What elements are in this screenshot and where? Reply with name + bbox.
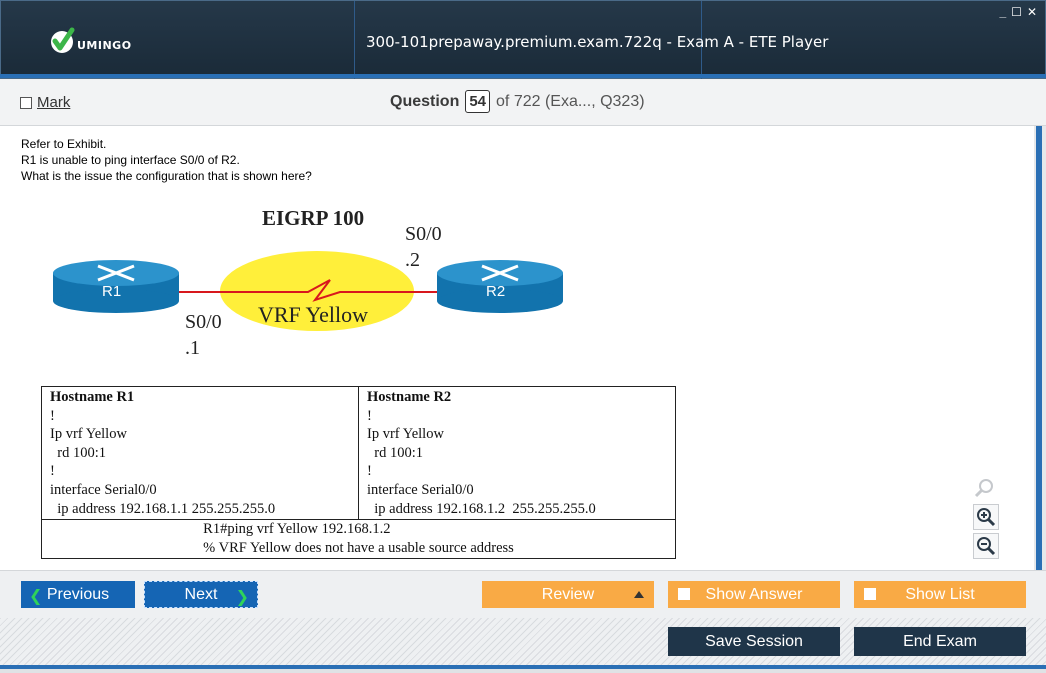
review-label[interactable]: Review	[542, 586, 594, 604]
checkbox-box[interactable]	[20, 96, 32, 109]
config-line: ip address 192.168.1.1 255.255.255.0	[50, 500, 276, 517]
mark-label[interactable]: Mark	[37, 94, 70, 111]
chevron-right-icon: ❯	[235, 589, 249, 606]
minimize-icon[interactable]: _	[999, 5, 1006, 19]
maximize-icon[interactable]: ☐	[1011, 5, 1022, 19]
app-logo: UMINGO	[49, 25, 132, 57]
config-line: interface Serial0/0	[367, 481, 474, 498]
end-exam-button[interactable]: End Exam	[854, 627, 1026, 656]
review-button[interactable]: Review	[482, 581, 654, 608]
search-icon[interactable]	[973, 476, 997, 505]
config-line: interface Serial0/0	[50, 481, 157, 498]
content-scrollbar[interactable]	[1034, 126, 1046, 570]
r2-config-header: Hostname R2	[367, 389, 452, 405]
previous-button[interactable]: ❮ Previous	[21, 581, 135, 608]
question-line: R1 is unable to ping interface S0/0 of R…	[21, 153, 240, 167]
config-line: Ip vrf Yellow	[50, 426, 127, 443]
next-label[interactable]: Next	[185, 586, 218, 604]
window-controls: _ ☐ ✕	[999, 5, 1037, 19]
save-session-button[interactable]: Save Session	[668, 627, 840, 656]
footer-bar: Save Session End Exam	[0, 618, 1046, 665]
table-row: R1#ping vrf Yellow 192.168.1.2 % VRF Yel…	[41, 519, 676, 560]
question-number-input[interactable]: 54	[465, 90, 491, 113]
zoom-out-button[interactable]	[973, 533, 999, 559]
config-line: !	[50, 463, 55, 480]
r1-address-label: .1	[185, 337, 200, 359]
r1-interface-label: S0/0	[185, 311, 222, 333]
config-line: rd 100:1	[50, 444, 106, 461]
show-list-label[interactable]: Show List	[905, 586, 974, 604]
config-line: !	[367, 407, 372, 424]
r1-config-cell: Hostname R1 ! Ip vrf Yellow rd 100:1 ! i…	[41, 385, 359, 521]
table-row: Hostname R1 ! Ip vrf Yellow rd 100:1 ! i…	[41, 385, 676, 521]
end-exam-label[interactable]: End Exam	[903, 633, 977, 651]
question-text: Refer to Exhibit. R1 is unable to ping i…	[21, 136, 312, 184]
router-r1-label: R1	[102, 283, 121, 300]
r2-interface-label: S0/0	[405, 223, 442, 245]
config-line: rd 100:1	[367, 444, 423, 461]
config-line: Ip vrf Yellow	[367, 426, 444, 443]
window-title: 300-101prepaway.premium.exam.722q - Exam…	[366, 33, 829, 51]
show-answer-label[interactable]: Show Answer	[706, 586, 803, 604]
next-button[interactable]: Next ❯	[144, 581, 258, 608]
question-word: Question	[390, 92, 460, 110]
question-bar: Mark Question 54 of 722 (Exa..., Q323)	[0, 79, 1046, 126]
scrollbar-thumb[interactable]	[1036, 126, 1042, 570]
logo-text: UMINGO	[77, 38, 132, 52]
ping-result: % VRF Yellow does not have a usable sour…	[203, 540, 514, 557]
config-line: !	[367, 463, 372, 480]
ping-output-cell: R1#ping vrf Yellow 192.168.1.2 % VRF Yel…	[41, 519, 676, 560]
exhibit-title: EIGRP 100	[262, 206, 365, 230]
save-session-label[interactable]: Save Session	[705, 633, 803, 651]
question-line: Refer to Exhibit.	[21, 137, 107, 151]
vrf-label: VRF Yellow	[258, 302, 369, 327]
show-list-checkbox[interactable]	[864, 588, 876, 600]
zoom-out-icon[interactable]	[976, 536, 996, 556]
zoom-in-icon[interactable]	[976, 507, 996, 527]
config-line: !	[50, 407, 55, 424]
title-bar: UMINGO 300-101prepaway.premium.exam.722q…	[0, 0, 1046, 80]
mark-checkbox[interactable]: Mark	[20, 94, 70, 111]
question-count: of 722 (Exa..., Q323)	[496, 92, 645, 110]
config-line: ip address 192.168.1.2 255.255.255.0	[367, 500, 596, 517]
caret-up-icon[interactable]	[634, 591, 644, 598]
navigation-bar: ❮ Previous Next ❯ Review Show Answer Sho…	[0, 570, 1046, 618]
close-icon[interactable]: ✕	[1027, 5, 1037, 19]
show-list-button[interactable]: Show List	[854, 581, 1026, 608]
chevron-left-icon: ❮	[29, 588, 43, 605]
r2-address-label: .2	[405, 249, 420, 271]
question-line: What is the issue the configuration that…	[21, 169, 312, 183]
show-answer-button[interactable]: Show Answer	[668, 581, 840, 608]
title-accent-line	[0, 74, 1046, 78]
bottom-strip	[0, 669, 1046, 673]
show-answer-checkbox[interactable]	[678, 588, 690, 600]
checkmark-logo-icon	[51, 27, 75, 53]
zoom-in-button[interactable]	[973, 504, 999, 530]
title-separator	[354, 1, 355, 80]
ping-command: R1#ping vrf Yellow 192.168.1.2	[203, 521, 391, 538]
question-content: Refer to Exhibit. R1 is unable to ping i…	[0, 126, 1034, 570]
previous-label[interactable]: Previous	[47, 586, 109, 604]
r2-config-cell: Hostname R2 ! Ip vrf Yellow rd 100:1 ! i…	[358, 385, 676, 521]
router-r2-label: R2	[486, 283, 505, 300]
r1-config-header: Hostname R1	[50, 389, 135, 405]
question-navigator: Question 54 of 722 (Exa..., Q323)	[390, 90, 645, 113]
config-table: Hostname R1 ! Ip vrf Yellow rd 100:1 ! i…	[41, 385, 676, 560]
